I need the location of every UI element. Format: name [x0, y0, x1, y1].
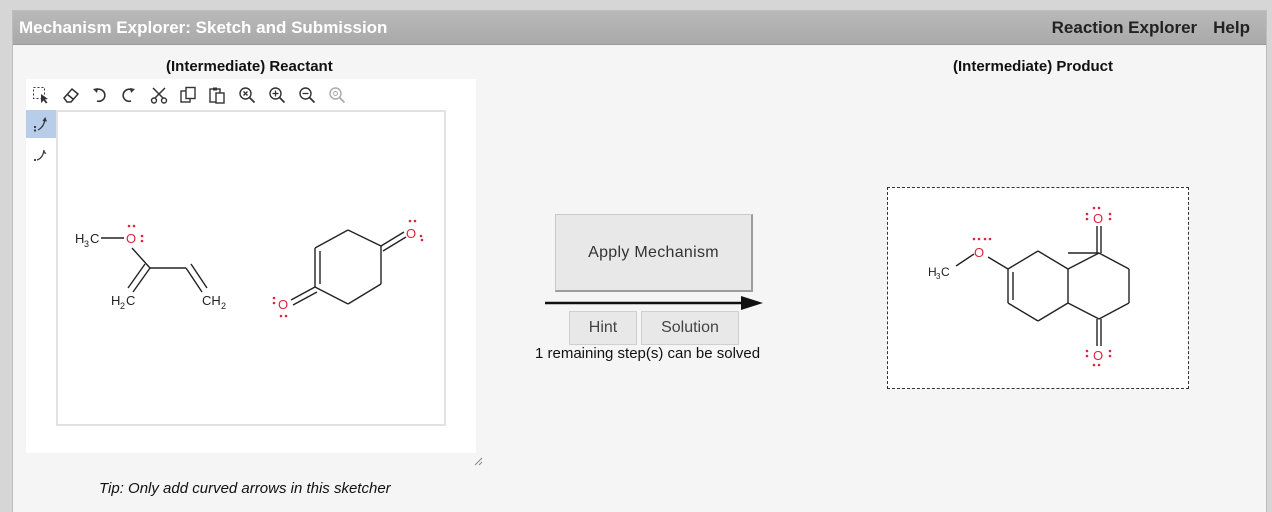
- select-icon[interactable]: [32, 86, 50, 104]
- product-structure-box: O O O H 3 C: [887, 187, 1189, 389]
- svg-text:H: H: [75, 231, 84, 246]
- svg-text:O: O: [126, 231, 136, 246]
- svg-text:O: O: [1093, 211, 1103, 226]
- nav-reaction-explorer[interactable]: Reaction Explorer: [1052, 18, 1198, 38]
- svg-text:O: O: [1093, 348, 1103, 363]
- remaining-steps-text: 1 remaining step(s) can be solved: [535, 345, 761, 362]
- reactant-heading: (Intermediate) Reactant: [166, 58, 333, 75]
- app-window: Mechanism Explorer: Sketch and Submissio…: [12, 10, 1267, 512]
- app-title: Mechanism Explorer: Sketch and Submissio…: [19, 18, 388, 37]
- paste-icon[interactable]: [208, 86, 226, 104]
- methoxy-butadiene-molecule: H 3 C O H 2 C CH 2: [75, 224, 226, 311]
- zoom-reset-icon[interactable]: [238, 86, 256, 104]
- svg-text:2: 2: [221, 301, 226, 311]
- apply-mechanism-button[interactable]: Apply Mechanism: [555, 214, 753, 292]
- single-electron-arrow-tool[interactable]: [26, 140, 56, 168]
- svg-text:C: C: [941, 265, 950, 279]
- svg-text:CH: CH: [202, 293, 221, 308]
- product-molecule: O O O H 3 C: [928, 206, 1130, 367]
- svg-text:O: O: [974, 245, 984, 260]
- svg-text:C: C: [126, 293, 135, 308]
- zoom-in-icon[interactable]: [268, 86, 286, 104]
- product-heading: (Intermediate) Product: [953, 58, 1114, 75]
- redo-icon[interactable]: [119, 86, 137, 104]
- svg-text:O: O: [406, 226, 416, 241]
- svg-text:H: H: [111, 293, 120, 308]
- undo-icon[interactable]: [91, 86, 109, 104]
- top-nav: Reaction Explorer Help: [1052, 11, 1266, 44]
- reactant-sketcher[interactable]: H 3 C O H 2 C CH 2 O O: [26, 79, 476, 453]
- sketcher-canvas[interactable]: H 3 C O H 2 C CH 2 O O: [56, 110, 446, 426]
- eraser-icon[interactable]: [62, 86, 80, 104]
- svg-text:C: C: [90, 231, 99, 246]
- svg-text:3: 3: [84, 239, 89, 249]
- copy-icon[interactable]: [179, 86, 197, 104]
- cyclohexenedione-molecule: O O: [272, 219, 424, 318]
- svg-text:2: 2: [120, 301, 125, 311]
- svg-text:O: O: [278, 297, 288, 312]
- hint-button[interactable]: Hint: [569, 311, 637, 345]
- cut-icon[interactable]: [150, 86, 168, 104]
- title-bar: Mechanism Explorer: Sketch and Submissio…: [13, 11, 1266, 45]
- zoom-fit-icon[interactable]: [328, 86, 346, 104]
- nav-help[interactable]: Help: [1213, 18, 1250, 38]
- zoom-out-icon[interactable]: [298, 86, 316, 104]
- resize-handle[interactable]: [473, 453, 483, 466]
- electron-pair-arrow-tool[interactable]: [26, 110, 56, 138]
- solution-button[interactable]: Solution: [641, 311, 739, 345]
- sketcher-tip: Tip: Only add curved arrows in this sket…: [99, 480, 391, 497]
